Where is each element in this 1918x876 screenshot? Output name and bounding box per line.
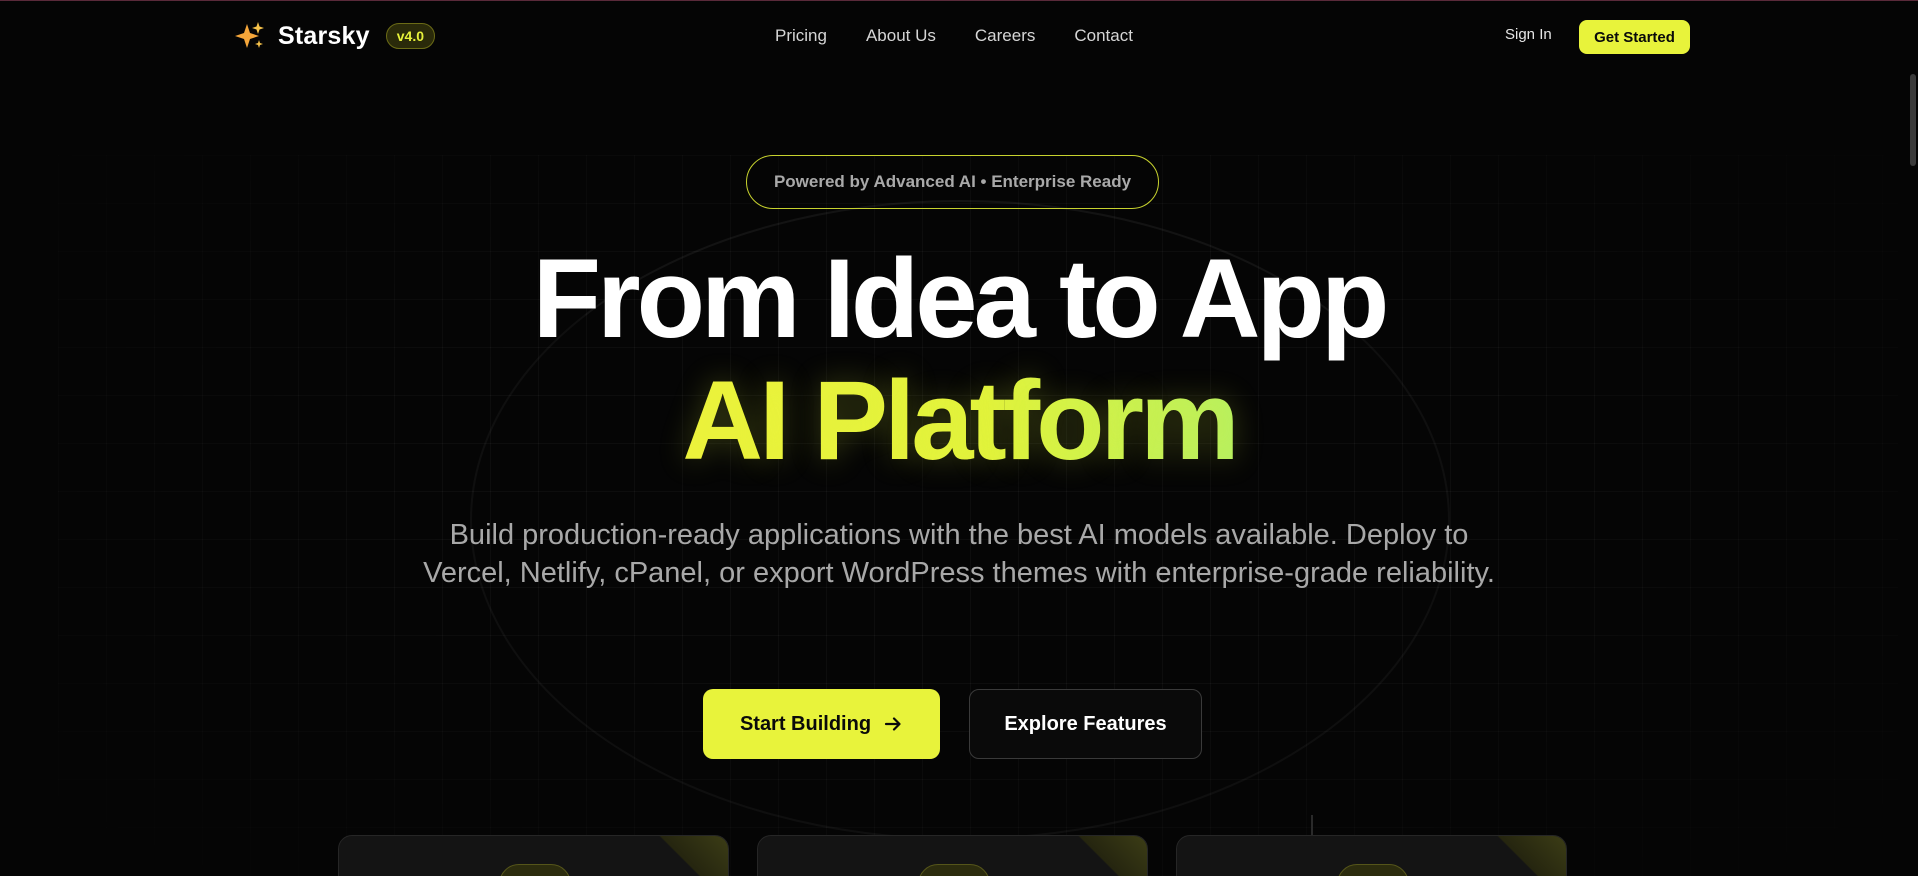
version-badge: v4.0: [385, 23, 435, 49]
card-icon-badge: [499, 864, 571, 876]
brand-name: Starsky: [278, 21, 370, 50]
feature-card[interactable]: [338, 835, 729, 876]
nav-link-contact[interactable]: Contact: [1074, 26, 1133, 46]
card-corner-accent: [638, 836, 728, 876]
card-icon-badge: [1337, 864, 1409, 876]
nav-links: Pricing About Us Careers Contact: [775, 26, 1133, 46]
hero-headline: From Idea to App: [532, 236, 1390, 361]
sparkles-icon: [235, 22, 264, 48]
card-corner-accent: [1057, 836, 1147, 876]
hero-headline-accent-text: AI Platform: [682, 358, 1239, 483]
arrow-right-icon: [884, 717, 901, 731]
get-started-button[interactable]: Get Started: [1579, 20, 1690, 54]
hero-subtitle: Build production-ready applications with…: [423, 519, 1495, 589]
feature-card[interactable]: [1176, 835, 1567, 876]
hero-headline-accent: AI Platform: [0, 358, 1918, 484]
navbar: Starsky v4.0 Pricing About Us Careers Co…: [0, 0, 1918, 72]
start-building-button[interactable]: Start Building: [703, 689, 940, 759]
nav-link-careers[interactable]: Careers: [975, 26, 1035, 46]
hero-badge: Powered by Advanced AI • Enterprise Read…: [746, 155, 1159, 209]
explore-features-button[interactable]: Explore Features: [969, 689, 1202, 759]
nav-link-pricing[interactable]: Pricing: [775, 26, 827, 46]
nav-link-about-us[interactable]: About Us: [866, 26, 936, 46]
card-icon-badge: [918, 864, 990, 876]
scrollbar-thumb[interactable]: [1910, 74, 1916, 166]
sign-in-link[interactable]: Sign In: [1505, 26, 1552, 43]
brand[interactable]: Starsky v4.0: [234, 18, 435, 54]
card-corner-accent: [1476, 836, 1566, 876]
feature-card[interactable]: [757, 835, 1148, 876]
start-building-label: Start Building: [739, 712, 872, 735]
decorative-divider: [1311, 815, 1313, 837]
